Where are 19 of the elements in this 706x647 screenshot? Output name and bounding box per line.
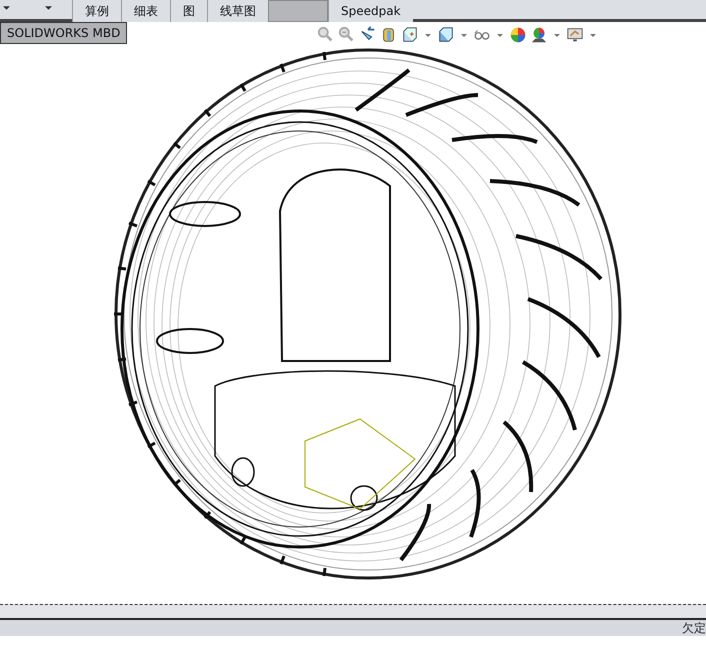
caret-icon[interactable]	[461, 34, 468, 36]
caret-icon[interactable]	[3, 6, 10, 10]
command-tab[interactable]: 线草图	[207, 0, 268, 22]
caret-icon[interactable]	[554, 34, 560, 36]
command-tab[interactable]: 细表	[121, 0, 170, 22]
status-text: 欠定	[682, 620, 706, 636]
caret-icon[interactable]	[45, 6, 52, 10]
command-tab[interactable]: 图	[170, 0, 207, 22]
monitor-icon[interactable]	[566, 26, 584, 44]
cube-icon[interactable]	[401, 26, 420, 44]
scene-ball-icon[interactable]	[530, 26, 548, 44]
command-tab[interactable]: 算例	[72, 0, 121, 22]
command-tab[interactable]: Speedpak	[328, 0, 413, 22]
mbd-tab[interactable]: SOLIDWORKS MBD	[0, 22, 128, 44]
caret-icon[interactable]	[425, 34, 432, 36]
shaded-cube-icon[interactable]	[437, 26, 456, 44]
caret-icon[interactable]	[497, 34, 504, 36]
caret-icon[interactable]	[590, 34, 596, 36]
color-ball-icon[interactable]	[509, 26, 528, 44]
